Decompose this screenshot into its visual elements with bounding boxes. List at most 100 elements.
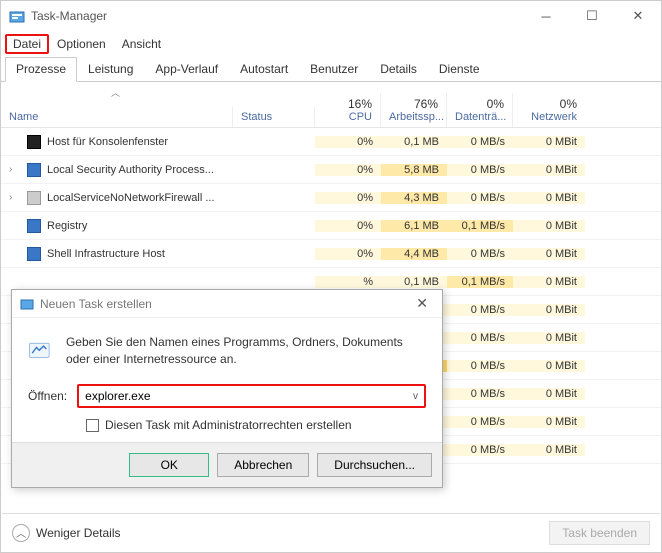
- menubar: Datei Optionen Ansicht: [1, 31, 661, 57]
- network-value: 0 MBit: [513, 416, 585, 428]
- cpu-value: 0%: [315, 192, 381, 204]
- disk-value: 0 MB/s: [447, 248, 513, 260]
- table-row[interactable]: Registry 0%6,1 MB0,1 MB/s0 MBit: [1, 212, 661, 240]
- app-icon: [9, 8, 25, 24]
- tab-performance[interactable]: Leistung: [77, 57, 144, 81]
- table-row[interactable]: Host für Konsolenfenster 0%0,1 MB0 MB/s0 …: [1, 128, 661, 156]
- expand-icon[interactable]: ›: [9, 192, 21, 203]
- network-value: 0 MBit: [513, 192, 585, 204]
- end-task-button[interactable]: Task beenden: [549, 521, 650, 545]
- maximize-button[interactable]: ☐: [569, 1, 615, 31]
- network-value: 0 MBit: [513, 164, 585, 176]
- tab-startup[interactable]: Autostart: [229, 57, 299, 81]
- col-name[interactable]: Name: [1, 107, 233, 127]
- titlebar: Task-Manager ─ ☐ ✕: [1, 1, 661, 31]
- cpu-value: 0%: [315, 136, 381, 148]
- process-name: Local Security Authority Process...: [47, 164, 214, 176]
- network-value: 0 MBit: [513, 220, 585, 232]
- browse-button[interactable]: Durchsuchen...: [317, 453, 432, 477]
- network-value: 0 MBit: [513, 332, 585, 344]
- memory-value: 4,3 MB: [381, 192, 447, 204]
- table-row[interactable]: Shell Infrastructure Host 0%4,4 MB0 MB/s0…: [1, 240, 661, 268]
- disk-value: 0 MB/s: [447, 388, 513, 400]
- table-row[interactable]: › Local Security Authority Process... 0%5,…: [1, 156, 661, 184]
- cpu-value: %: [315, 276, 381, 288]
- fewer-details-button[interactable]: ︿ Weniger Details: [12, 524, 120, 542]
- disk-value: 0 MB/s: [447, 332, 513, 344]
- table-row[interactable]: › LocalServiceNoNetworkFirewall ... 0%4,3 …: [1, 184, 661, 212]
- menu-options[interactable]: Optionen: [49, 34, 114, 54]
- memory-value: 6,1 MB: [381, 220, 447, 232]
- chevron-down-icon[interactable]: v: [407, 391, 418, 402]
- ok-button[interactable]: OK: [129, 453, 209, 477]
- menu-file[interactable]: Datei: [5, 34, 49, 54]
- close-button[interactable]: ✕: [615, 1, 661, 31]
- tab-services[interactable]: Dienste: [428, 57, 491, 81]
- window-title: Task-Manager: [31, 9, 523, 23]
- dialog-footer: OK Abbrechen Durchsuchen...: [12, 442, 442, 487]
- open-label: Öffnen:: [28, 389, 67, 403]
- network-value: 0 MBit: [513, 276, 585, 288]
- disk-value: 0 MB/s: [447, 192, 513, 204]
- disk-value: 0 MB/s: [447, 164, 513, 176]
- tab-apphistory[interactable]: App-Verlauf: [144, 57, 229, 81]
- disk-value: 0 MB/s: [447, 444, 513, 456]
- memory-value: 5,8 MB: [381, 164, 447, 176]
- col-disk[interactable]: 0%Datenträ...: [447, 93, 513, 127]
- tab-processes[interactable]: Prozesse: [5, 57, 77, 82]
- menu-view[interactable]: Ansicht: [114, 34, 169, 54]
- table-header: ︿ Name Status 16%CPU 76%Arbeitssp... 0%D…: [1, 82, 661, 128]
- disk-value: 0 MB/s: [447, 304, 513, 316]
- dialog-icon: [20, 297, 34, 311]
- open-input[interactable]: [85, 389, 407, 403]
- cpu-value: 0%: [315, 220, 381, 232]
- disk-value: 0,1 MB/s: [447, 220, 513, 232]
- network-value: 0 MBit: [513, 444, 585, 456]
- process-icon: [27, 219, 41, 233]
- dialog-titlebar: Neuen Task erstellen ✕: [12, 290, 442, 318]
- dialog-close-button[interactable]: ✕: [410, 295, 434, 312]
- cpu-value: 0%: [315, 164, 381, 176]
- network-value: 0 MBit: [513, 248, 585, 260]
- tab-details[interactable]: Details: [369, 57, 428, 81]
- network-value: 0 MBit: [513, 388, 585, 400]
- fewer-details-label: Weniger Details: [36, 526, 120, 540]
- network-value: 0 MBit: [513, 136, 585, 148]
- disk-value: 0,1 MB/s: [447, 276, 513, 288]
- expand-icon[interactable]: ›: [9, 164, 21, 175]
- process-name: Host für Konsolenfenster: [47, 136, 168, 148]
- dialog-message: Geben Sie den Namen eines Programms, Ord…: [66, 334, 426, 368]
- process-icon: [27, 135, 41, 149]
- memory-value: 0,1 MB: [381, 136, 447, 148]
- memory-value: 4,4 MB: [381, 248, 447, 260]
- process-name: Registry: [47, 220, 87, 232]
- sort-indicator-icon: ︿: [111, 86, 120, 99]
- chevron-up-icon: ︿: [12, 524, 30, 542]
- network-value: 0 MBit: [513, 360, 585, 372]
- disk-value: 0 MB/s: [447, 360, 513, 372]
- disk-value: 0 MB/s: [447, 136, 513, 148]
- bottom-bar: ︿ Weniger Details Task beenden: [2, 513, 660, 551]
- admin-checkbox-label: Diesen Task mit Administratorrechten ers…: [105, 418, 352, 432]
- run-icon: [28, 334, 52, 368]
- process-icon: [27, 247, 41, 261]
- admin-checkbox[interactable]: [86, 419, 99, 432]
- process-icon: [27, 163, 41, 177]
- memory-value: 0,1 MB: [381, 276, 447, 288]
- col-cpu[interactable]: 16%CPU: [315, 93, 381, 127]
- tab-users[interactable]: Benutzer: [299, 57, 369, 81]
- network-value: 0 MBit: [513, 304, 585, 316]
- cpu-value: 0%: [315, 248, 381, 260]
- process-name: LocalServiceNoNetworkFirewall ...: [47, 192, 215, 204]
- gear-icon: [27, 191, 41, 205]
- col-network[interactable]: 0%Netzwerk: [513, 93, 585, 127]
- minimize-button[interactable]: ─: [523, 1, 569, 31]
- run-dialog: Neuen Task erstellen ✕ Geben Sie den Nam…: [11, 289, 443, 488]
- disk-value: 0 MB/s: [447, 416, 513, 428]
- process-name: Shell Infrastructure Host: [47, 248, 165, 260]
- tab-bar: Prozesse Leistung App-Verlauf Autostart …: [1, 57, 661, 82]
- open-combobox[interactable]: v: [77, 384, 426, 408]
- cancel-button[interactable]: Abbrechen: [217, 453, 309, 477]
- col-memory[interactable]: 76%Arbeitssp...: [381, 93, 447, 127]
- col-status[interactable]: Status: [233, 107, 315, 127]
